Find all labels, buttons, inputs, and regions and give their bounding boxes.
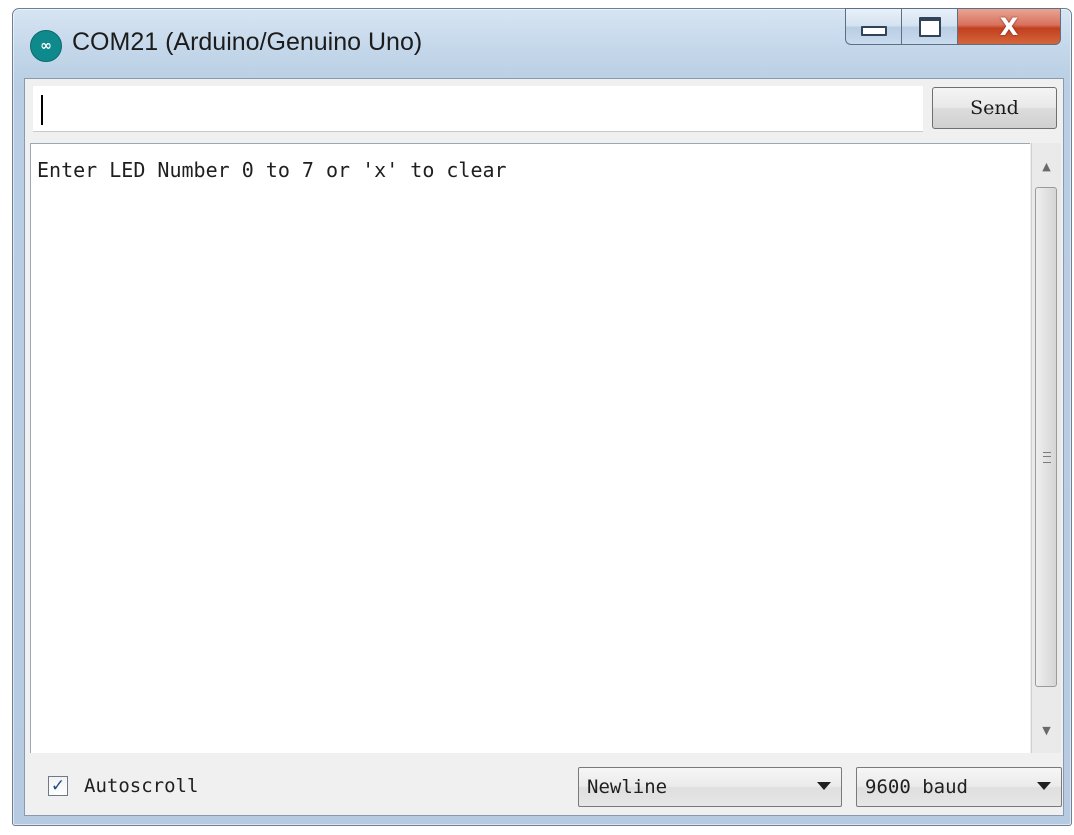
scroll-thumb[interactable]: [1035, 187, 1057, 687]
minimize-button[interactable]: [845, 8, 901, 45]
baud-rate-value: 9600 baud: [865, 776, 968, 798]
maximize-icon: [918, 16, 941, 37]
title-bar[interactable]: ∞ COM21 (Arduino/Genuino Uno) X: [12, 8, 1072, 78]
arduino-logo-icon: ∞: [30, 30, 62, 62]
close-icon: X: [999, 12, 1019, 41]
window-title: COM21 (Arduino/Genuino Uno): [72, 28, 423, 56]
scroll-up-icon[interactable]: ▲: [1032, 151, 1061, 181]
line-ending-select[interactable]: Newline: [578, 767, 842, 807]
minimize-icon: [860, 25, 887, 36]
baud-rate-select[interactable]: 9600 baud: [856, 767, 1062, 807]
caption-buttons: X: [845, 8, 1061, 45]
dropdown-arrow-icon: [1037, 782, 1051, 790]
maximize-button[interactable]: [901, 8, 957, 45]
autoscroll-label: Autoscroll: [84, 775, 199, 797]
autoscroll-checkbox[interactable]: ✓: [48, 776, 68, 796]
send-button[interactable]: Send: [932, 87, 1057, 129]
serial-output-area[interactable]: Enter LED Number 0 to 7 or 'x' to clear: [30, 143, 1030, 753]
scroll-grip-icon: [1043, 452, 1051, 463]
scroll-down-icon[interactable]: ▼: [1032, 715, 1061, 745]
vertical-scrollbar[interactable]: ▲ ▼: [1031, 143, 1061, 753]
output-line: Enter LED Number 0 to 7 or 'x' to clear: [37, 158, 507, 182]
dropdown-arrow-icon: [817, 782, 831, 790]
line-ending-value: Newline: [587, 776, 668, 798]
send-input[interactable]: [33, 86, 923, 132]
close-button[interactable]: X: [957, 8, 1061, 45]
checkmark-icon: ✓: [50, 775, 66, 796]
text-caret: [41, 95, 43, 125]
